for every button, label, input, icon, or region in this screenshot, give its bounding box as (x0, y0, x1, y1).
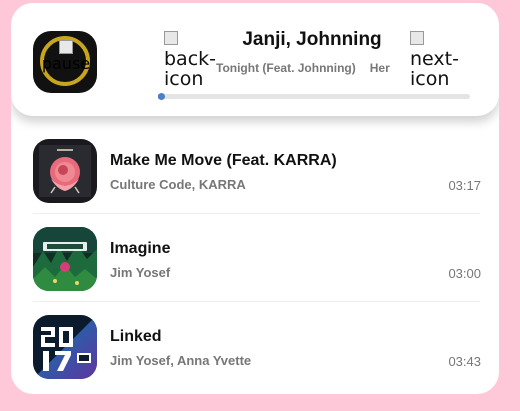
pause-alt-text: pause (41, 54, 91, 73)
broken-image-icon (59, 39, 73, 54)
now-playing-marquee: Tonight (Feat. Johnning) Her (211, 61, 413, 79)
rose-album-art-icon (33, 139, 97, 203)
track-duration: 03:00 (448, 266, 481, 281)
forest-album-art-icon (33, 227, 97, 291)
progress-bar[interactable] (158, 93, 470, 100)
track-row[interactable]: Make Me Move (Feat. KARRA) Culture Code,… (11, 126, 499, 214)
track-duration: 03:17 (448, 178, 481, 193)
track-title: Make Me Move (Feat. KARRA) (110, 152, 337, 169)
track-row[interactable]: Imagine Jim Yosef 03:00 (11, 214, 499, 302)
back-button[interactable]: back-icon (164, 29, 216, 89)
track-title: Linked (110, 328, 162, 345)
next-alt-text: next-icon (410, 48, 459, 90)
now-playing-title: Tonight (Feat. Johnning) (216, 61, 356, 75)
track-list: Make Me Move (Feat. KARRA) Culture Code,… (11, 126, 499, 390)
track-artist: Jim Yosef (110, 265, 171, 280)
track-title: Imagine (110, 240, 171, 257)
now-playing-artist: Janji, Johnning (242, 29, 382, 50)
track-artist: Culture Code, KARRA (110, 177, 246, 192)
broken-image-icon (164, 31, 178, 45)
music-player-app: pause back-icon Janji, Johnning Tonight … (11, 3, 499, 394)
track-row[interactable]: Linked Jim Yosef, Anna Yvette 03:43 (11, 302, 499, 390)
progress-knob[interactable] (158, 93, 166, 100)
back-alt-text: back-icon (164, 48, 217, 90)
track-artist: Jim Yosef, Anna Yvette (110, 353, 252, 368)
next-button[interactable]: next-icon (410, 29, 459, 90)
broken-image-icon (410, 31, 424, 45)
pause-icon: pause (35, 37, 97, 93)
track-duration: 03:43 (448, 354, 481, 369)
now-playing-panel: pause back-icon Janji, Johnning Tonight … (11, 3, 499, 116)
marquee-next-text: Her (369, 61, 390, 75)
2017-album-art-icon (33, 315, 97, 379)
play-pause-button[interactable]: pause (33, 31, 97, 93)
